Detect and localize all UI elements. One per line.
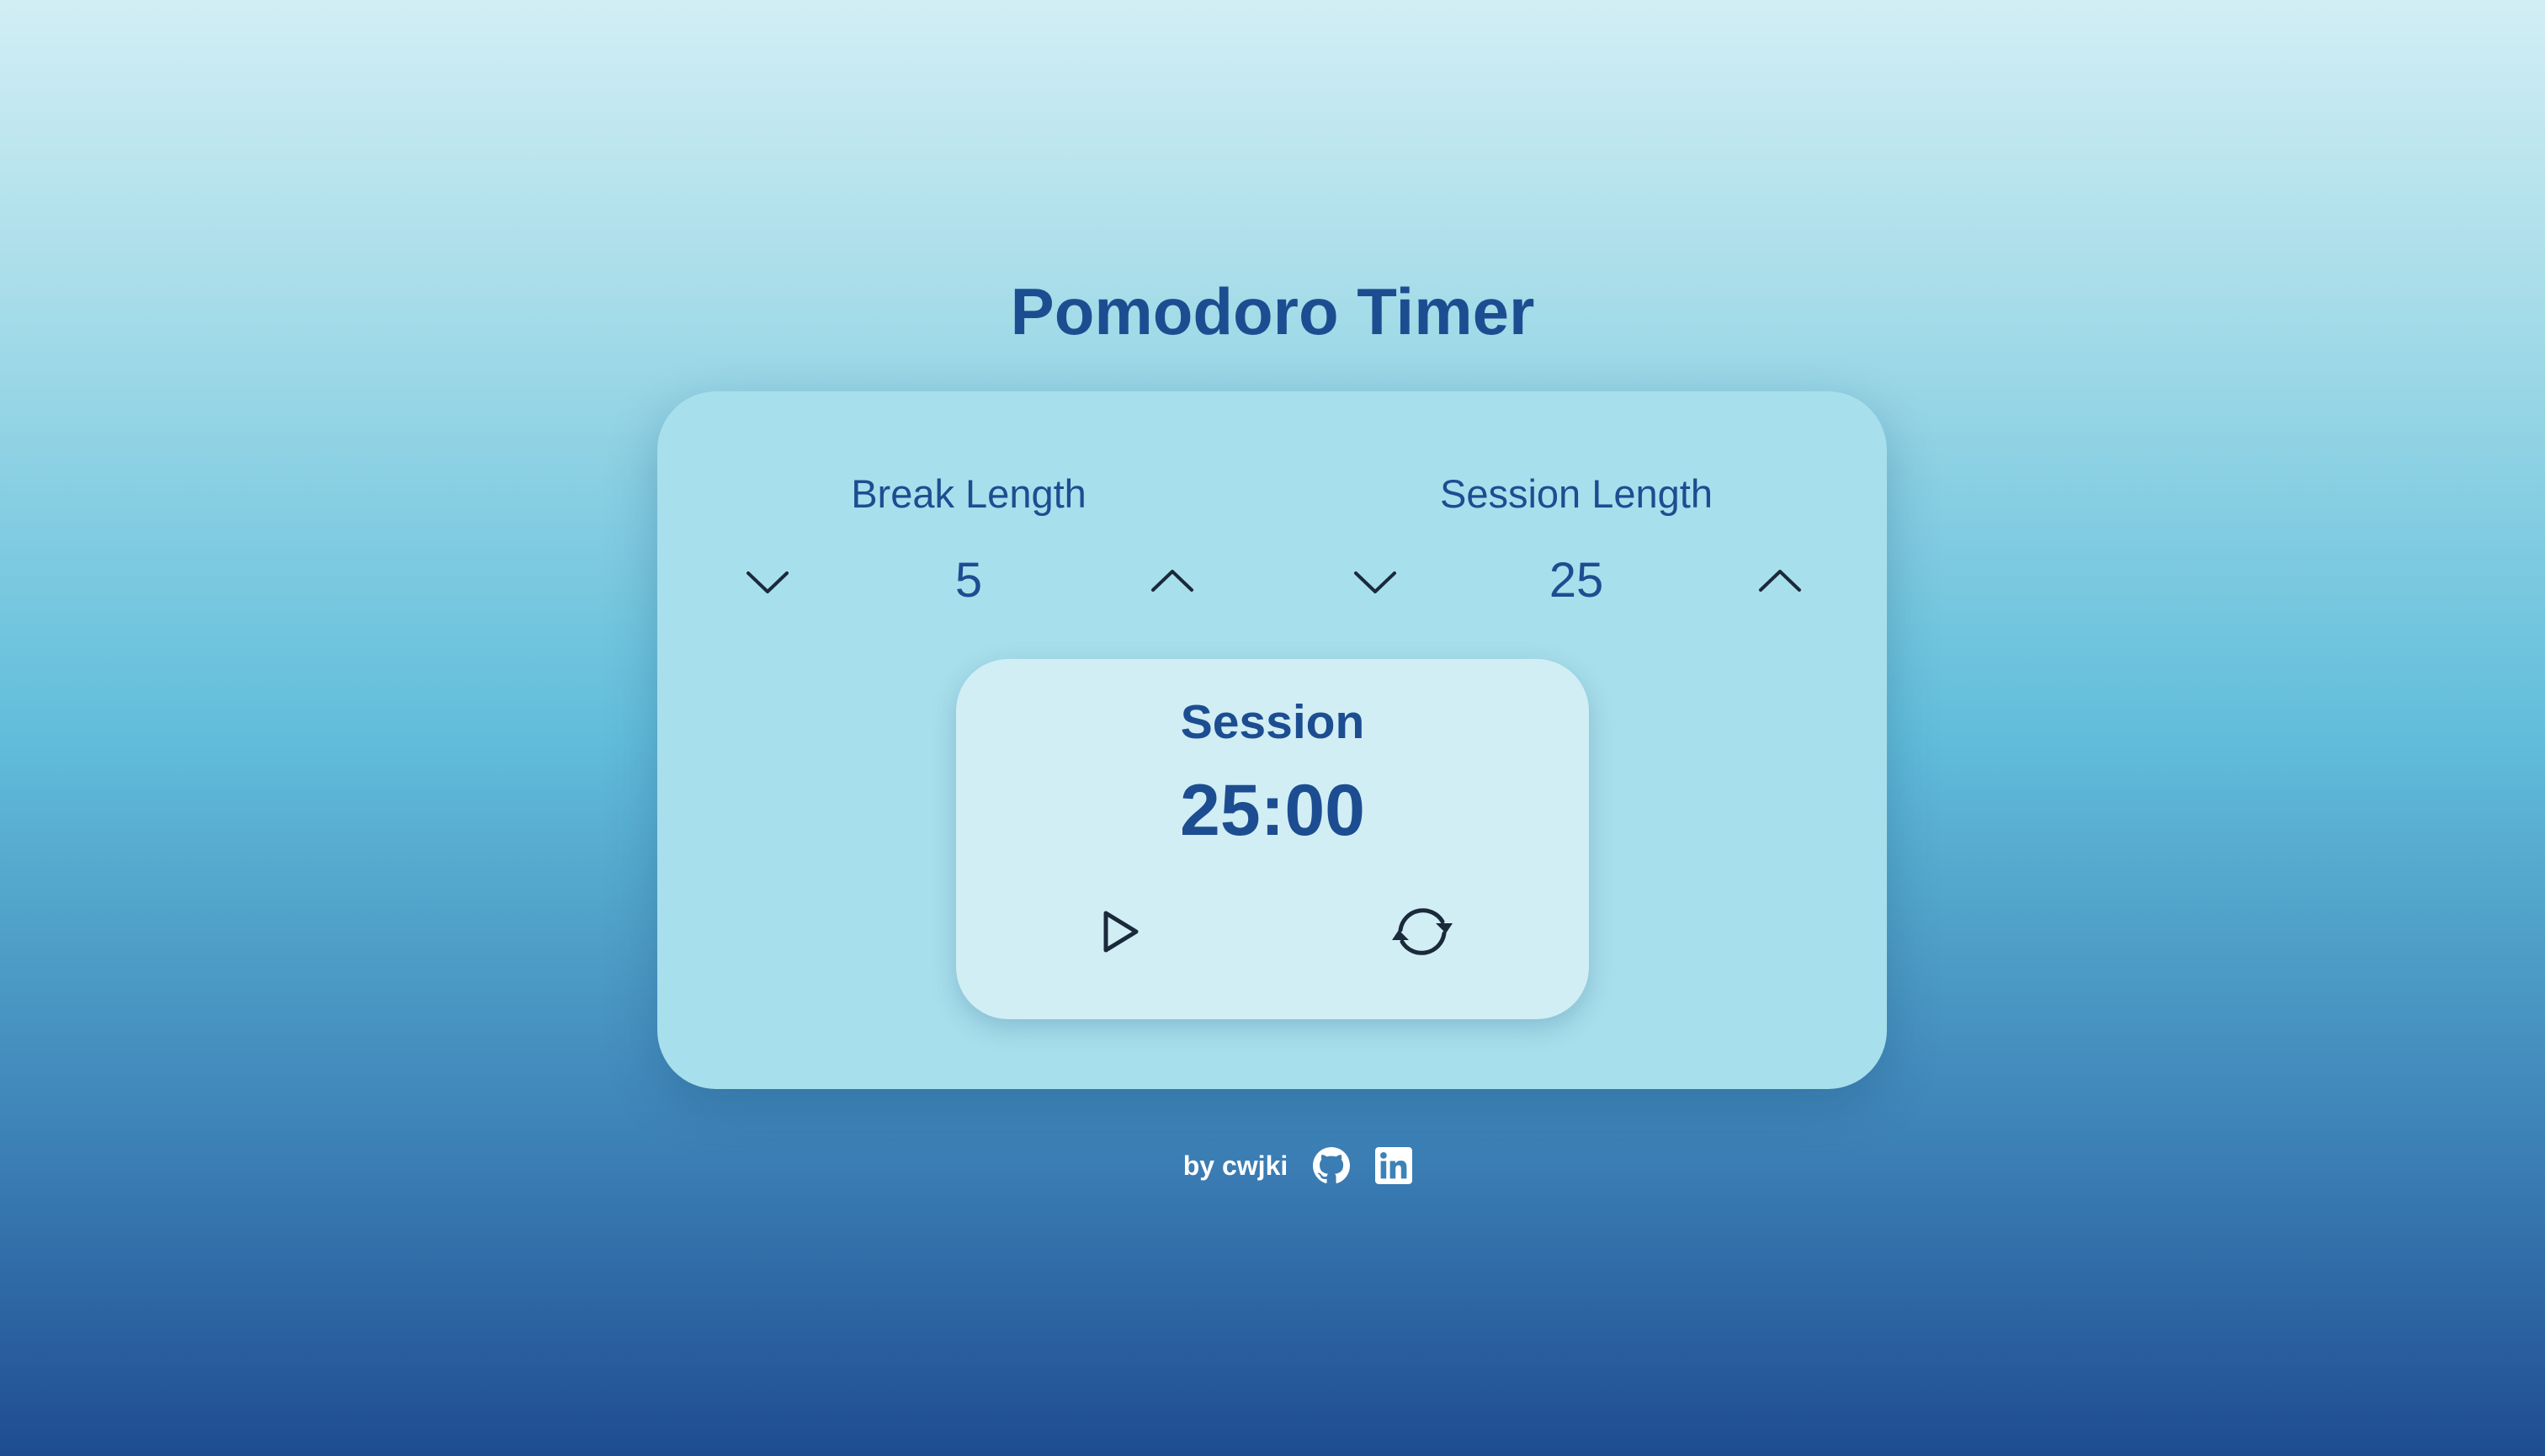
timer-card: Break Length 5 Session Length 25 Session… [657,391,1887,1089]
timer-time: 25:00 [1180,770,1365,851]
author-credit: by cwjki [1182,1150,1288,1181]
break-increment-button[interactable] [1143,556,1202,607]
reset-button[interactable] [1387,896,1458,967]
timer-label: Session [1180,695,1365,749]
chevron-up-icon [1759,570,1801,592]
refresh-icon [1392,908,1453,955]
play-icon [1103,911,1139,953]
session-increment-button[interactable] [1751,556,1809,607]
play-button[interactable] [1082,896,1153,967]
chevron-up-icon [1151,570,1193,592]
linkedin-icon [1375,1147,1413,1184]
session-length-label: Session Length [1439,471,1713,516]
break-length-label: Break Length [851,471,1087,516]
linkedin-link[interactable] [1375,1147,1413,1184]
footer: by cwjki [0,1140,2545,1191]
page-title: Pomodoro Timer [1010,274,1535,348]
github-link[interactable] [1313,1147,1351,1184]
github-icon [1313,1147,1351,1183]
timer-display: Session 25:00 [956,659,1589,1019]
